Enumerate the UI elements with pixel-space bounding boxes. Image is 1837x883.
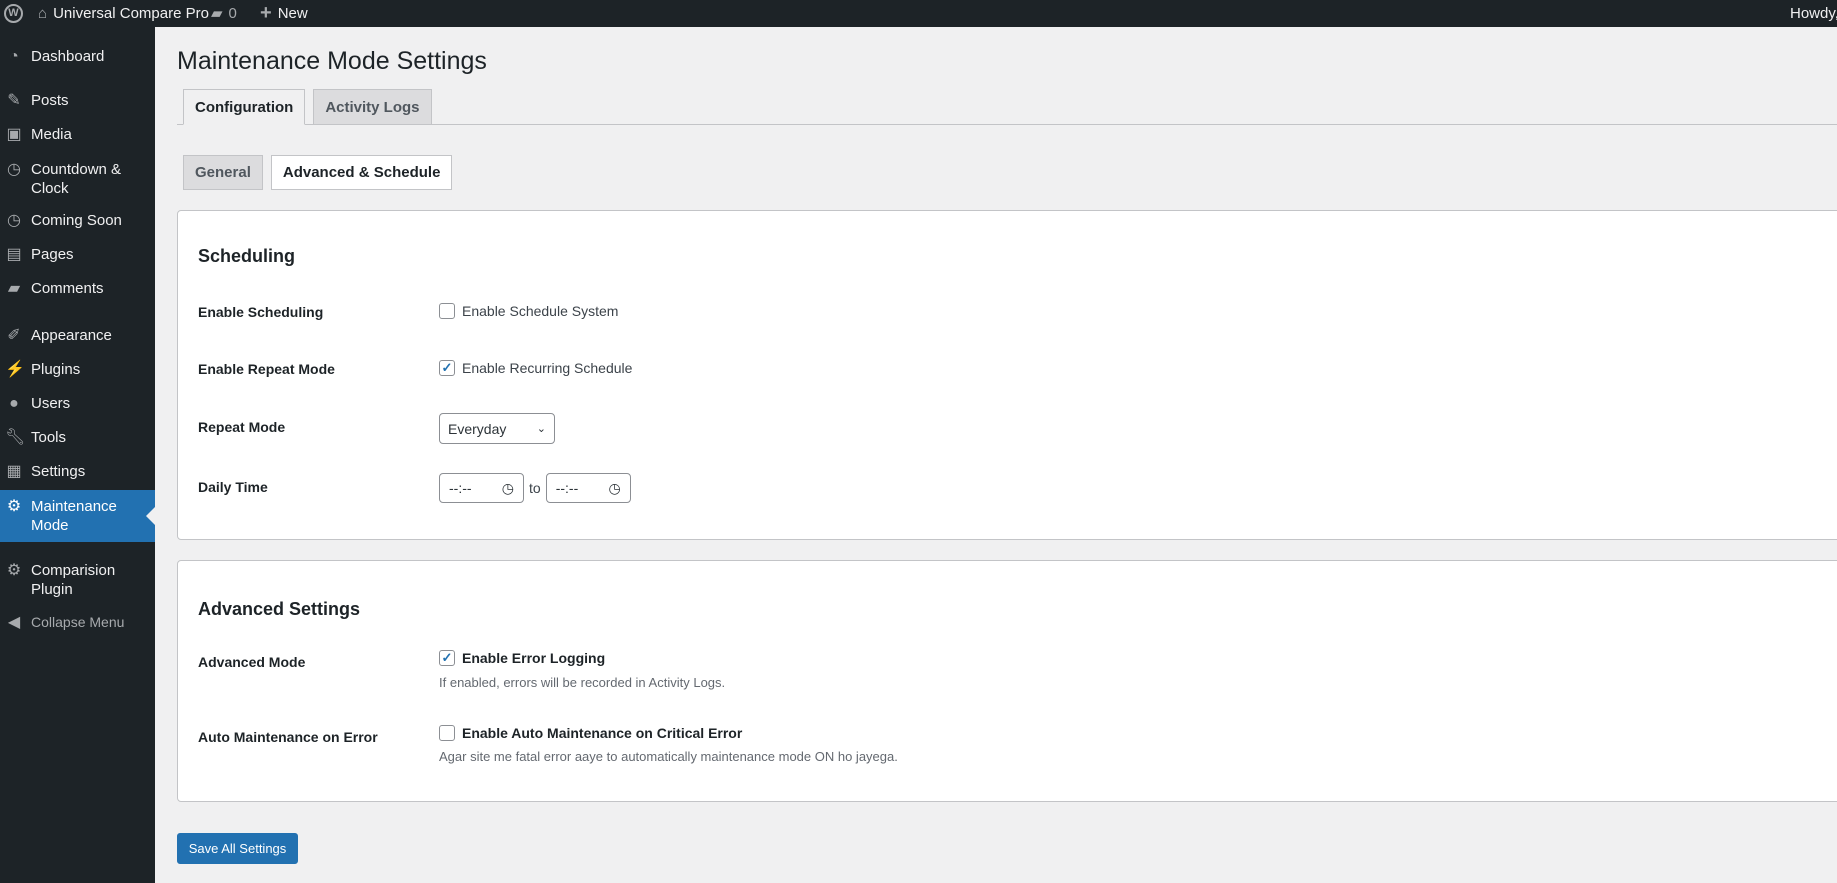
subtab-advanced-schedule[interactable]: Advanced & Schedule	[270, 155, 453, 190]
main-tabs: Configuration Activity Logs	[183, 89, 432, 125]
enable-scheduling-checkbox[interactable]: Enable Schedule System	[439, 303, 618, 319]
sidebar-item-posts[interactable]: ✎ Posts	[0, 91, 155, 110]
sidebar-item-media[interactable]: ▣ Media	[0, 125, 155, 144]
save-all-settings-button[interactable]: Save All Settings	[177, 833, 298, 864]
sidebar-item-users[interactable]: ● Users	[0, 394, 155, 413]
clock-icon[interactable]: ◷	[608, 480, 620, 497]
time-separator: to	[529, 480, 541, 496]
new-content-link[interactable]: + New	[260, 0, 308, 27]
auto-maintenance-description: Agar site me fatal error aaye to automat…	[439, 749, 898, 764]
scheduling-heading: Scheduling	[198, 246, 296, 266]
tab-configuration[interactable]: Configuration	[183, 89, 306, 125]
user-icon: ●	[9, 395, 19, 412]
enable-scheduling-label: Enable Scheduling	[198, 304, 324, 320]
admin-bar: W ⌂ Universal Compare Pro ▰ 0 + New Howdy,	[0, 0, 1837, 27]
comment-icon: ▰	[211, 5, 223, 22]
clock-icon[interactable]: ◷	[502, 480, 514, 497]
collapse-icon: ◀	[7, 614, 21, 631]
sidebar-item-countdown-clock[interactable]: ◷ Countdown & Clock	[0, 160, 125, 198]
enable-error-logging-checkbox[interactable]: ✓ Enable Error Logging	[439, 650, 605, 666]
advanced-mode-label: Advanced Mode	[198, 654, 306, 670]
comments-link[interactable]: ▰ 0	[211, 0, 237, 27]
repeat-mode-label: Repeat Mode	[198, 419, 286, 435]
brush-icon: ✐	[7, 327, 21, 344]
subtab-general[interactable]: General	[183, 155, 263, 190]
pin-icon: ✎	[7, 92, 21, 109]
gear-icon: ⚙	[6, 498, 22, 515]
admin-sidebar: ◔ Dashboard ✎ Posts ▣ Media ◷ Countdown & Cl…	[0, 27, 155, 883]
sidebar-item-dashboard[interactable]: ◔ Dashboard	[0, 47, 155, 66]
settings-icon: ▦	[6, 463, 22, 480]
checkbox-unchecked[interactable]	[439, 725, 455, 741]
repeat-mode-select[interactable]: Everyday ⌄	[439, 413, 555, 444]
page-title: Maintenance Mode Settings	[177, 47, 487, 75]
daily-time-label: Daily Time	[198, 479, 268, 495]
time-from-input[interactable]: --:-- ◷	[439, 473, 524, 503]
advanced-settings-heading: Advanced Settings	[198, 599, 361, 619]
enable-repeat-label: Enable Repeat Mode	[198, 361, 335, 377]
howdy-link[interactable]: Howdy,	[1790, 0, 1837, 27]
sub-tabs: General Advanced & Schedule	[183, 155, 453, 190]
plus-icon: +	[260, 2, 272, 24]
error-logging-description: If enabled, errors will be recorded in A…	[439, 675, 726, 690]
enable-auto-maintenance-checkbox[interactable]: Enable Auto Maintenance on Critical Erro…	[439, 725, 742, 741]
wrench-icon: 🔧︎	[5, 429, 26, 446]
site-name-link[interactable]: ⌂ Universal Compare Pro	[38, 0, 209, 27]
gear-icon: ⚙	[6, 562, 22, 579]
advanced-settings-panel: Advanced Settings Advanced Mode ✓ Enable …	[177, 560, 1837, 802]
time-to-input[interactable]: --:-- ◷	[545, 473, 631, 503]
dashboard-icon: ◔	[9, 48, 19, 65]
sidebar-item-coming-soon[interactable]: ◷ Coming Soon	[0, 211, 155, 230]
home-icon: ⌂	[38, 5, 48, 22]
clock-icon: ◷	[7, 212, 21, 229]
sidebar-item-maintenance-mode[interactable]: ⚙ Maintenance Mode	[0, 490, 155, 542]
comment-icon: ▰	[7, 280, 21, 297]
media-icon: ▣	[6, 126, 22, 143]
chevron-down-icon: ⌄	[536, 423, 546, 435]
scheduling-panel: Scheduling Enable Scheduling Enable Sche…	[177, 210, 1837, 540]
collapse-menu-button[interactable]: ◀ Collapse Menu	[0, 613, 155, 632]
wordpress-logo-icon[interactable]: W	[4, 0, 23, 27]
checkmark-icon[interactable]: ✓	[439, 650, 455, 666]
plugin-icon: ⚡	[5, 361, 25, 378]
tab-activity-logs[interactable]: Activity Logs	[313, 89, 432, 125]
enable-repeat-checkbox[interactable]: ✓ Enable Recurring Schedule	[439, 360, 632, 376]
sidebar-item-pages[interactable]: ▤ Pages	[0, 245, 155, 264]
sidebar-item-comparision-plugin[interactable]: ⚙ Comparision Plugin	[0, 561, 130, 599]
auto-maintenance-label: Auto Maintenance on Error	[198, 729, 378, 745]
sidebar-item-plugins[interactable]: ⚡ Plugins	[0, 360, 155, 379]
sidebar-item-appearance[interactable]: ✐ Appearance	[0, 326, 155, 345]
pages-icon: ▤	[6, 246, 22, 263]
checkbox-unchecked[interactable]	[439, 303, 455, 319]
checkmark-icon[interactable]: ✓	[439, 360, 455, 376]
sidebar-item-settings[interactable]: ▦ Settings	[0, 462, 155, 481]
sidebar-item-tools[interactable]: 🔧︎ Tools	[0, 428, 155, 447]
daily-time-range: --:-- ◷ to --:-- ◷	[439, 473, 631, 503]
clock-icon: ◷	[7, 161, 21, 178]
sidebar-item-comments[interactable]: ▰ Comments	[0, 279, 155, 298]
